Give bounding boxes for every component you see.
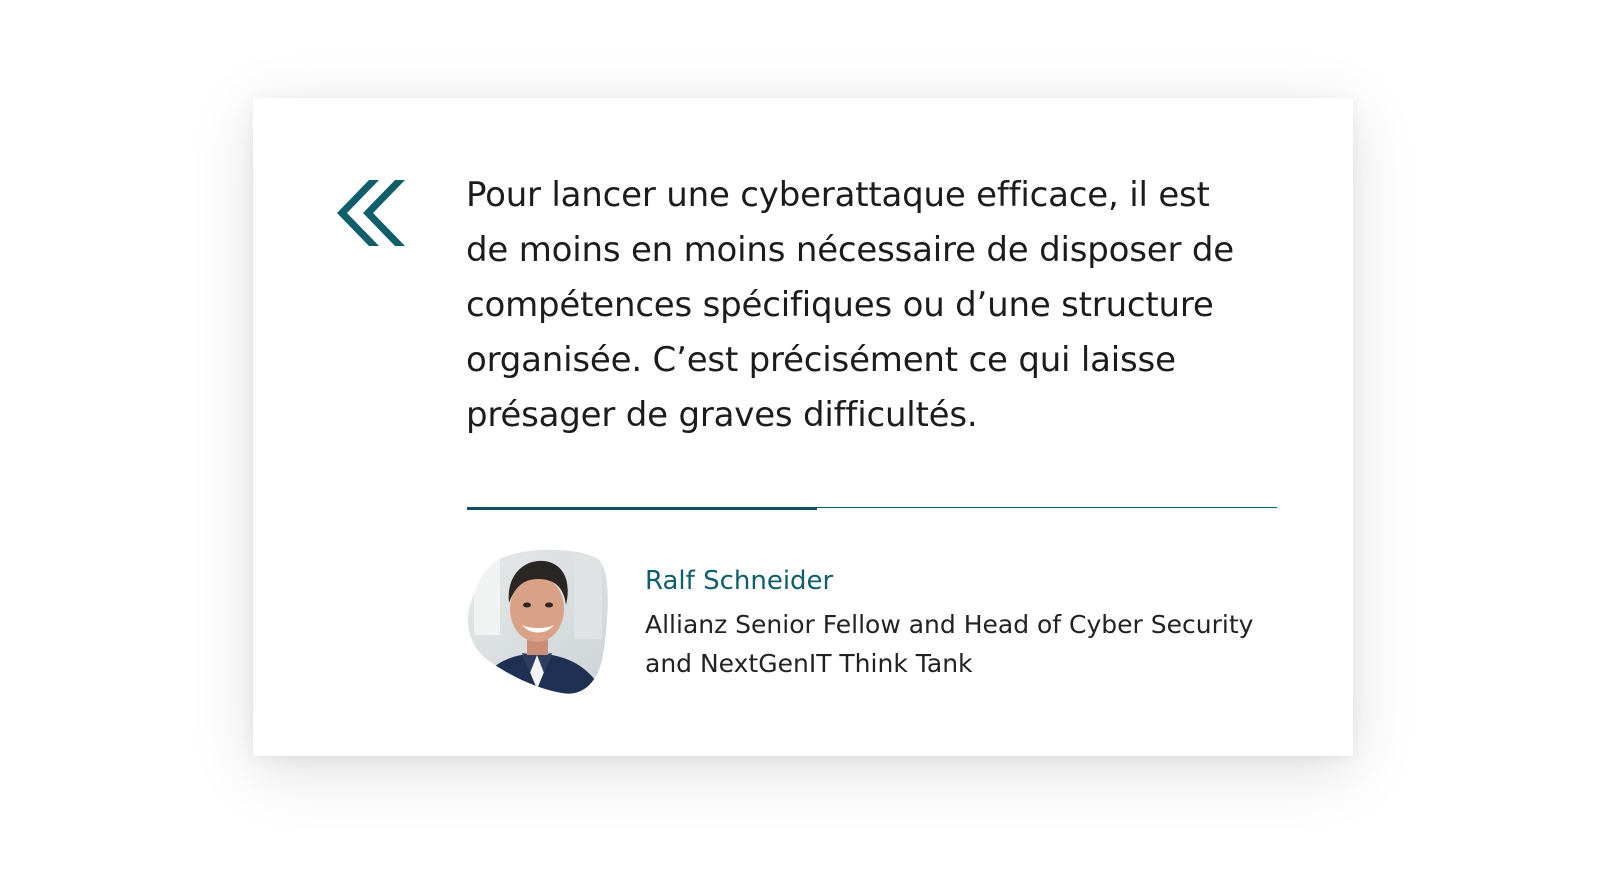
quote-line: présager de graves difficultés.: [466, 395, 978, 435]
quote-line: organisée. C’est précisément ce qui lais…: [466, 340, 1176, 380]
quote-line: Pour lancer une cyberattaque efficace, i…: [466, 175, 1210, 215]
author-title: Allianz Senior Fellow and Head of Cyber …: [645, 605, 1295, 683]
author-name: Ralf Schneider: [645, 566, 834, 596]
author-title-line: and NextGenIT Think Tank: [645, 649, 973, 678]
quote-mark-icon: [337, 180, 405, 246]
quote-line: compétences spécifiques ou d’une structu…: [466, 285, 1214, 325]
author-title-line: Allianz Senior Fellow and Head of Cyber …: [645, 610, 1254, 639]
quote-text: Pour lancer une cyberattaque efficace, i…: [466, 168, 1296, 443]
divider: [467, 507, 1277, 510]
divider-accent: [467, 507, 817, 510]
avatar: [468, 549, 608, 694]
quote-card: Pour lancer une cyberattaque efficace, i…: [253, 98, 1353, 756]
quote-line: de moins en moins nécessaire de disposer…: [466, 230, 1234, 270]
